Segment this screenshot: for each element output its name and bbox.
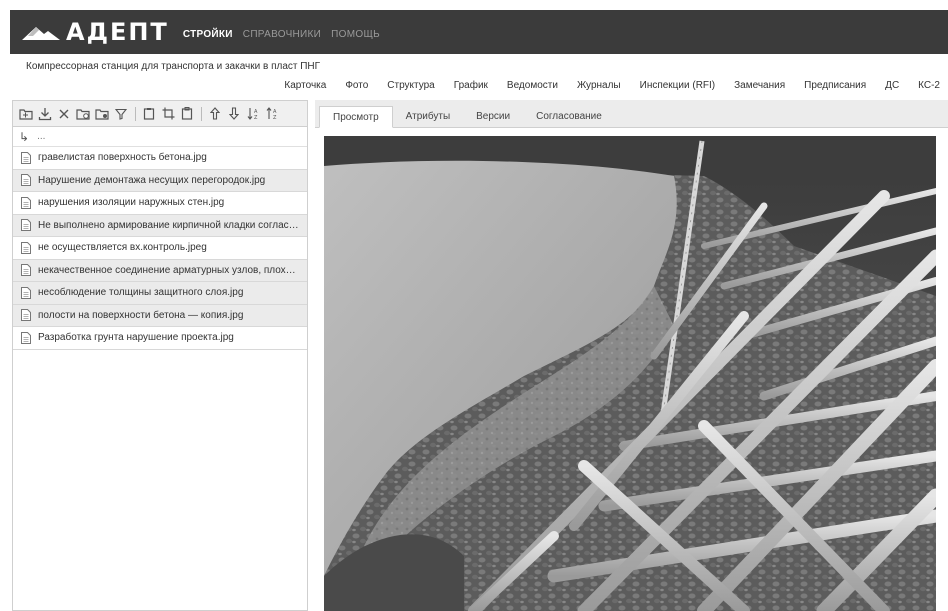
file-icon xyxy=(21,331,31,344)
file-name: не осуществляется вх.контроль.jpeg xyxy=(38,242,207,254)
file-name: Нарушение демонтажа несущих перегородок.… xyxy=(38,174,266,186)
nav-vedomosti[interactable]: Ведомости xyxy=(507,80,558,91)
file-icon xyxy=(21,286,31,299)
project-title: Компрессорная станция для транспорта и з… xyxy=(26,61,321,72)
folder-settings-icon[interactable] xyxy=(93,105,111,123)
file-name: нарушения изоляции наружных стен.jpg xyxy=(38,197,225,209)
list-item[interactable]: не осуществляется вх.контроль.jpeg xyxy=(13,237,307,260)
top-bar: АДЕПТ СТРОЙКИ СПРАВОЧНИКИ ПОМОЩЬ xyxy=(10,10,948,54)
tab-atributy[interactable]: Атрибуты xyxy=(393,105,463,127)
nav-ks2[interactable]: КС-2 xyxy=(918,80,940,91)
parent-folder-row[interactable]: ↳ ... xyxy=(13,127,307,147)
file-icon xyxy=(21,151,31,164)
nav-zamechaniya[interactable]: Замечания xyxy=(734,80,785,91)
nav-foto[interactable]: Фото xyxy=(345,80,368,91)
file-name: полости на поверхности бетона — копия.jp… xyxy=(38,309,244,321)
nav-zhurnaly[interactable]: Журналы xyxy=(577,80,621,91)
folder-history-icon[interactable] xyxy=(74,105,92,123)
crop-icon[interactable] xyxy=(159,105,177,123)
file-name: гравелистая поверхность бетона.jpg xyxy=(38,152,207,164)
delete-icon[interactable] xyxy=(55,105,73,123)
toolbar-divider xyxy=(135,106,136,121)
topnav-pomosch[interactable]: ПОМОЩЬ xyxy=(331,29,380,40)
list-item[interactable]: Не выполнено армирование кирпичной кладк… xyxy=(13,214,307,237)
list-item[interactable]: некачественное соединение арматурных узл… xyxy=(13,259,307,282)
copy-icon[interactable] xyxy=(140,105,158,123)
main-nav: Карточка Фото Структура График Ведомости… xyxy=(265,80,940,91)
tab-soglasovanie[interactable]: Согласование xyxy=(523,105,615,127)
construction-photo xyxy=(324,136,936,611)
file-name: Разработка грунта нарушение проекта.jpg xyxy=(38,332,234,344)
app-window: АДЕПТ СТРОЙКИ СПРАВОЧНИКИ ПОМОЩЬ Компрес… xyxy=(0,0,948,611)
list-item[interactable]: нарушения изоляции наружных стен.jpg xyxy=(13,192,307,215)
file-icon xyxy=(21,309,31,322)
file-icon xyxy=(21,196,31,209)
toolbar-divider xyxy=(201,106,202,121)
file-panel: AZ AZ ↳ ... гравелистая поверхность бето… xyxy=(12,100,308,611)
file-name: некачественное соединение арматурных узл… xyxy=(38,264,300,276)
svg-text:Z: Z xyxy=(273,115,277,120)
svg-text:Z: Z xyxy=(254,115,258,120)
parent-folder-label: ... xyxy=(37,131,46,142)
tab-prosmotr[interactable]: Просмотр xyxy=(319,106,393,128)
logo[interactable]: АДЕПТ xyxy=(22,18,169,46)
logo-icon xyxy=(22,27,60,40)
nav-predpisaniya[interactable]: Предписания xyxy=(804,80,866,91)
preview-tabs: Просмотр Атрибуты Версии Согласование xyxy=(315,100,948,128)
file-list: гравелистая поверхность бетона.jpg Наруш… xyxy=(13,147,307,350)
file-toolbar: AZ AZ xyxy=(13,101,307,127)
paste-icon[interactable] xyxy=(178,105,196,123)
nav-struktura[interactable]: Структура xyxy=(387,80,434,91)
nav-ds[interactable]: ДС xyxy=(885,80,899,91)
list-item[interactable]: гравелистая поверхность бетона.jpg xyxy=(13,147,307,170)
sort-desc-icon[interactable]: AZ xyxy=(263,105,281,123)
top-nav: СТРОЙКИ СПРАВОЧНИКИ ПОМОЩЬ xyxy=(183,29,390,40)
level-up-icon: ↳ xyxy=(19,129,30,144)
logo-text: АДЕПТ xyxy=(66,18,169,46)
file-icon xyxy=(21,219,31,232)
list-item[interactable]: несоблюдение толщины защитного слоя.jpg xyxy=(13,282,307,305)
sort-asc-icon[interactable]: AZ xyxy=(244,105,262,123)
file-name: несоблюдение толщины защитного слоя.jpg xyxy=(38,287,244,299)
preview-panel: Просмотр Атрибуты Версии Согласование xyxy=(315,100,948,611)
tab-versii[interactable]: Версии xyxy=(463,105,523,127)
file-name: Не выполнено армирование кирпичной кладк… xyxy=(38,219,300,231)
nav-kartochka[interactable]: Карточка xyxy=(284,80,326,91)
arrow-down-icon[interactable] xyxy=(225,105,243,123)
file-icon xyxy=(21,241,31,254)
list-item[interactable]: полости на поверхности бетона — копия.jp… xyxy=(13,304,307,327)
list-item[interactable]: Разработка грунта нарушение проекта.jpg xyxy=(13,327,307,350)
arrow-up-icon[interactable] xyxy=(206,105,224,123)
download-icon[interactable] xyxy=(36,105,54,123)
nav-grafik[interactable]: График xyxy=(454,80,488,91)
file-icon xyxy=(21,264,31,277)
new-folder-icon[interactable] xyxy=(17,105,35,123)
list-item[interactable]: Нарушение демонтажа несущих перегородок.… xyxy=(13,169,307,192)
nav-inspekcii[interactable]: Инспекции (RFI) xyxy=(640,80,716,91)
topnav-spravochniki[interactable]: СПРАВОЧНИКИ xyxy=(243,29,321,40)
filter-icon[interactable] xyxy=(112,105,130,123)
photo-preview[interactable] xyxy=(324,136,936,611)
file-icon xyxy=(21,174,31,187)
topnav-stroyki[interactable]: СТРОЙКИ xyxy=(183,29,233,40)
